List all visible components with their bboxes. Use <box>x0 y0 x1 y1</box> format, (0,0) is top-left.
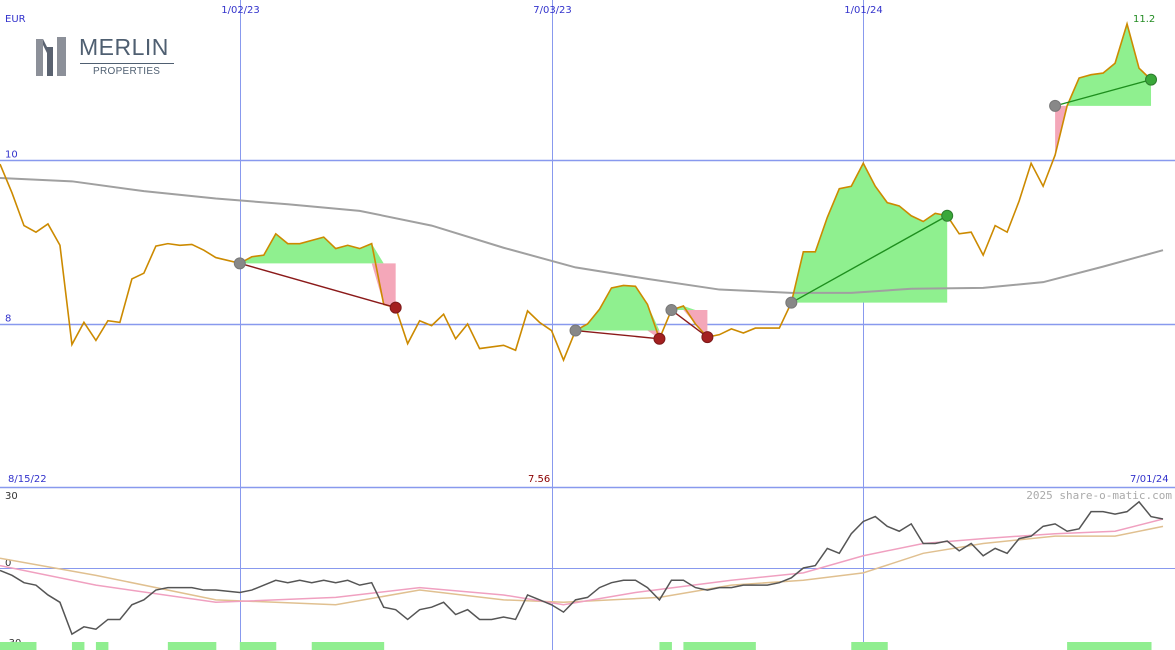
volume-bar <box>191 642 205 650</box>
end-date-label: 7/01/24 <box>1130 474 1169 485</box>
volume-bar <box>323 642 337 650</box>
volume-bar <box>347 642 361 650</box>
trade-line <box>575 329 660 340</box>
volume-bar <box>203 642 217 650</box>
logo-name: MERLIN <box>79 34 169 60</box>
volume-bar <box>371 642 385 650</box>
volume-bar <box>851 642 864 650</box>
volume-bar <box>863 642 876 650</box>
trade-entry-marker <box>665 304 678 317</box>
volume-bar <box>719 642 732 650</box>
loss-area <box>1055 105 1152 156</box>
y-tick-label: 8 <box>5 314 11 325</box>
volume-bar <box>1067 642 1080 650</box>
gain-area <box>1055 23 1152 106</box>
logo-subtitle: PROPERTIES <box>93 66 161 77</box>
volume-bar <box>311 642 325 650</box>
volume-bar <box>1079 642 1092 650</box>
volume-bar <box>179 642 193 650</box>
volume-bars <box>0 642 1152 650</box>
y-tick-label: 10 <box>5 150 18 161</box>
volume-bar <box>11 642 25 650</box>
start-date-label: 8/15/22 <box>8 474 47 485</box>
logo: MERLIN PROPERTIES <box>34 33 184 83</box>
volume-bar <box>695 642 708 650</box>
logo-divider <box>80 63 174 64</box>
volume-bar <box>1103 642 1116 650</box>
volume-bar <box>167 642 181 650</box>
osc-tick-label: 30 <box>5 491 18 502</box>
trade-exit-marker <box>653 332 666 345</box>
currency-label: EUR <box>5 14 26 25</box>
volume-bar <box>95 642 109 650</box>
volume-bar <box>335 642 349 650</box>
volume-bar <box>1127 642 1140 650</box>
trade-entry-marker <box>569 324 582 337</box>
x-tick-label: 1/01/24 <box>844 5 883 16</box>
trade-line <box>239 262 396 309</box>
moving-average-line <box>0 177 1164 294</box>
volume-bar <box>875 642 888 650</box>
volume-bar <box>263 642 277 650</box>
trade-markers <box>233 73 1158 345</box>
volume-bar <box>1091 642 1104 650</box>
x-tick-label: 1/02/23 <box>221 5 260 16</box>
last-price-label: 11.2 <box>1133 14 1155 25</box>
volume-bar <box>659 642 672 650</box>
watermark: 2025 share-o-matic.com <box>1026 489 1172 502</box>
volume-bar <box>1139 642 1152 650</box>
volume-bar <box>683 642 696 650</box>
volume-bar <box>1115 642 1128 650</box>
volume-bar <box>359 642 373 650</box>
volume-bar <box>251 642 265 650</box>
volume-bar <box>0 642 13 650</box>
volume-bar <box>707 642 720 650</box>
volume-bar <box>239 642 253 650</box>
price-chart: 1/02/237/03/231/01/24810300-30 EUR 11.2 … <box>0 0 1175 650</box>
low-price-label: 7.56 <box>528 474 550 485</box>
volume-bar <box>71 642 85 650</box>
trade-entry-marker <box>785 296 798 309</box>
volume-bar <box>731 642 744 650</box>
trade-entry-marker <box>233 257 246 270</box>
trade-exit-marker <box>941 209 954 222</box>
gain-area <box>791 163 948 303</box>
trade-fills <box>239 23 1152 339</box>
volume-bar <box>23 642 37 650</box>
trade-exit-marker <box>1145 73 1158 86</box>
trade-entry-marker <box>1049 99 1062 112</box>
volume-bar <box>743 642 756 650</box>
x-tick-label: 7/03/23 <box>533 5 572 16</box>
trade-exit-marker <box>389 301 402 314</box>
trade-exit-marker <box>701 331 714 344</box>
logo-mark-icon <box>36 37 66 76</box>
